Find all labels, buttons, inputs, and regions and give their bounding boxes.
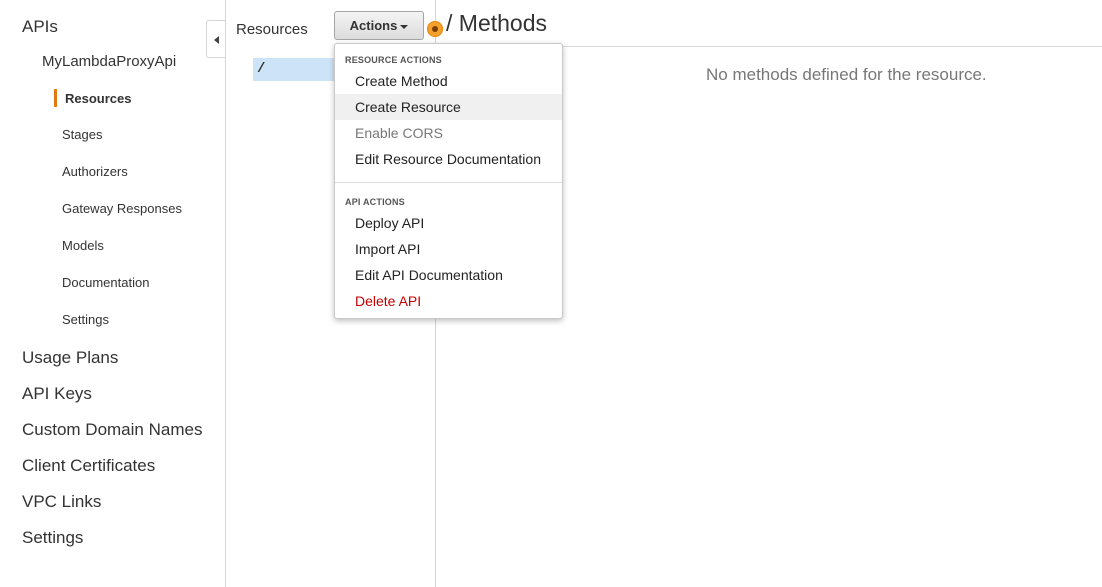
menu-import-api[interactable]: Import API xyxy=(335,236,562,262)
nav-resources[interactable]: Resources xyxy=(65,91,131,106)
left-navigation: APIs MyLambdaProxyApi Resources Stages A… xyxy=(0,0,225,587)
menu-deploy-api[interactable]: Deploy API xyxy=(335,210,562,236)
nav-stages[interactable]: Stages xyxy=(62,127,102,142)
collapse-arrow-icon xyxy=(214,36,219,44)
menu-divider xyxy=(335,182,562,183)
resource-path: / xyxy=(257,61,266,77)
active-indicator xyxy=(54,89,57,107)
actions-button[interactable]: Actions xyxy=(334,11,424,40)
nav-documentation[interactable]: Documentation xyxy=(62,275,149,290)
menu-create-resource[interactable]: Create Resource xyxy=(335,94,562,120)
empty-methods-message: No methods defined for the resource. xyxy=(706,65,987,84)
nav-vpc-links[interactable]: VPC Links xyxy=(22,492,101,512)
actions-dropdown-menu: RESOURCE ACTIONS Create Method Create Re… xyxy=(334,43,563,319)
collapse-nav-button[interactable] xyxy=(206,20,225,58)
nav-settings[interactable]: Settings xyxy=(22,528,83,548)
api-actions-header: API ACTIONS xyxy=(345,197,405,207)
nav-api-settings[interactable]: Settings xyxy=(62,312,109,327)
menu-enable-cors[interactable]: Enable CORS xyxy=(335,120,562,146)
nav-custom-domain-names[interactable]: Custom Domain Names xyxy=(22,420,202,440)
resources-title: Resources xyxy=(236,21,308,38)
nav-models[interactable]: Models xyxy=(62,238,104,253)
cursor-marker-icon xyxy=(427,21,443,37)
nav-api-keys[interactable]: API Keys xyxy=(22,384,92,404)
menu-edit-api-documentation[interactable]: Edit API Documentation xyxy=(335,262,562,288)
menu-edit-resource-documentation[interactable]: Edit Resource Documentation xyxy=(335,146,562,172)
menu-delete-api[interactable]: Delete API xyxy=(335,288,562,314)
actions-label: Actions xyxy=(349,18,398,33)
methods-title: / Methods xyxy=(446,10,547,36)
resource-tree-root[interactable]: / xyxy=(253,58,343,81)
nav-api-name[interactable]: MyLambdaProxyApi xyxy=(42,53,176,70)
nav-client-certificates[interactable]: Client Certificates xyxy=(22,456,155,476)
nav-usage-plans[interactable]: Usage Plans xyxy=(22,348,118,368)
nav-apis[interactable]: APIs xyxy=(22,17,58,37)
caret-down-icon xyxy=(400,24,409,29)
menu-create-method[interactable]: Create Method xyxy=(335,68,562,94)
nav-gateway-responses[interactable]: Gateway Responses xyxy=(62,201,182,216)
nav-divider xyxy=(225,0,226,587)
resource-actions-header: RESOURCE ACTIONS xyxy=(345,55,442,65)
nav-authorizers[interactable]: Authorizers xyxy=(62,164,128,179)
